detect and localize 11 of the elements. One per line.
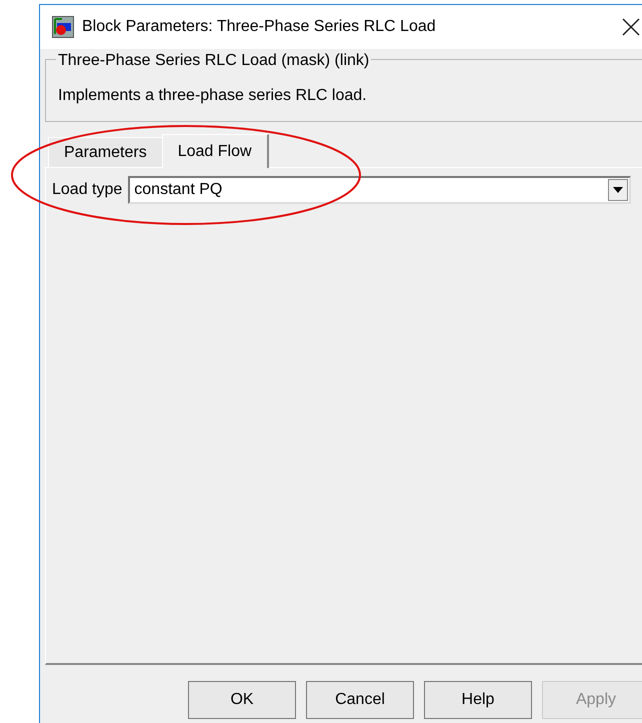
close-icon[interactable] <box>622 18 640 36</box>
tab[interactable]: Load Flow <box>162 134 269 168</box>
field-label: Load type <box>52 180 122 200</box>
load-type-dropdown[interactable]: constant PQ <box>128 176 631 204</box>
dialog-button[interactable]: OK <box>188 681 296 719</box>
block-icon <box>52 16 74 38</box>
tab[interactable]: Parameters <box>48 137 162 167</box>
dialog-button[interactable]: Cancel <box>306 681 414 719</box>
dialog-button[interactable]: Help <box>424 681 532 719</box>
description-text: Implements a three-phase series RLC load. <box>58 87 367 104</box>
window-title: Block Parameters: Three-Phase Series RLC Load <box>82 17 436 37</box>
